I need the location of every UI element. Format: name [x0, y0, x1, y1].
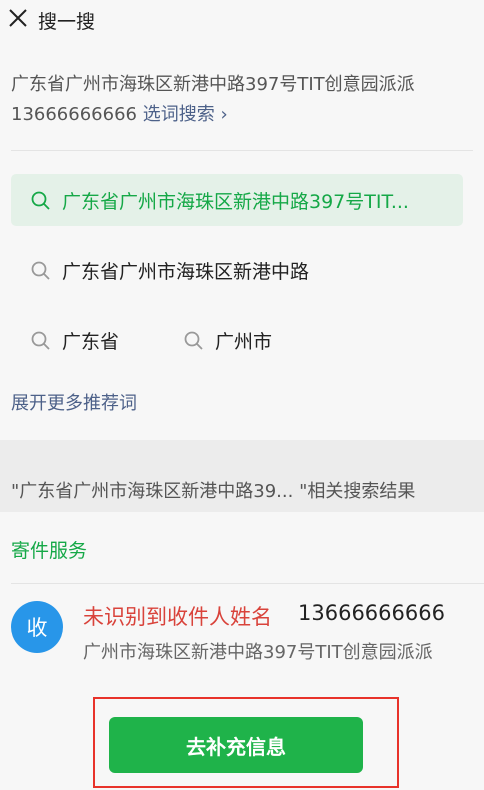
pick-word-search-link[interactable]: 选词搜索 ›: [143, 104, 228, 125]
search-icon: [31, 191, 50, 210]
header-bar: 搜一搜: [0, 0, 484, 40]
suggestion-item-1[interactable]: 广东省广州市海珠区新港中路397号TIT...: [30, 187, 409, 214]
close-icon[interactable]: [6, 6, 30, 30]
recipient-address: 广州市海珠区新港中路397号TIT创意园派派: [83, 642, 433, 663]
suggestion-label: 广东省: [62, 331, 120, 353]
suggestion-item-4[interactable]: 广州市: [183, 327, 272, 354]
search-icon: [31, 261, 50, 280]
results-header-text: "广东省广州市海珠区新港中路39... "相关搜索结果: [11, 481, 416, 502]
page-title: 搜一搜: [38, 11, 96, 33]
search-icon: [184, 331, 203, 350]
query-text-block: 广东省广州市海珠区新港中路397号TIT创意园派派 13666666666 选词…: [11, 70, 471, 130]
recipient-phone: 13666666666: [298, 601, 445, 625]
avatar: 收: [11, 601, 63, 653]
show-more-suggestions-link[interactable]: 展开更多推荐词: [11, 389, 137, 415]
search-icon: [31, 331, 50, 350]
service-section-title: 寄件服务: [11, 540, 88, 562]
suggestion-label: 广东省广州市海珠区新港中路: [62, 261, 310, 283]
divider: [11, 583, 484, 584]
complete-info-button[interactable]: 去补充信息: [109, 717, 363, 773]
suggestion-item-2[interactable]: 广东省广州市海珠区新港中路: [30, 257, 309, 284]
divider: [11, 150, 473, 151]
suggestion-label: 广东省广州市海珠区新港中路397号TIT...: [62, 191, 409, 213]
suggestion-item-3[interactable]: 广东省: [30, 327, 119, 354]
suggestion-label: 广州市: [215, 331, 273, 353]
recipient-name-warning: 未识别到收件人姓名: [83, 605, 272, 629]
